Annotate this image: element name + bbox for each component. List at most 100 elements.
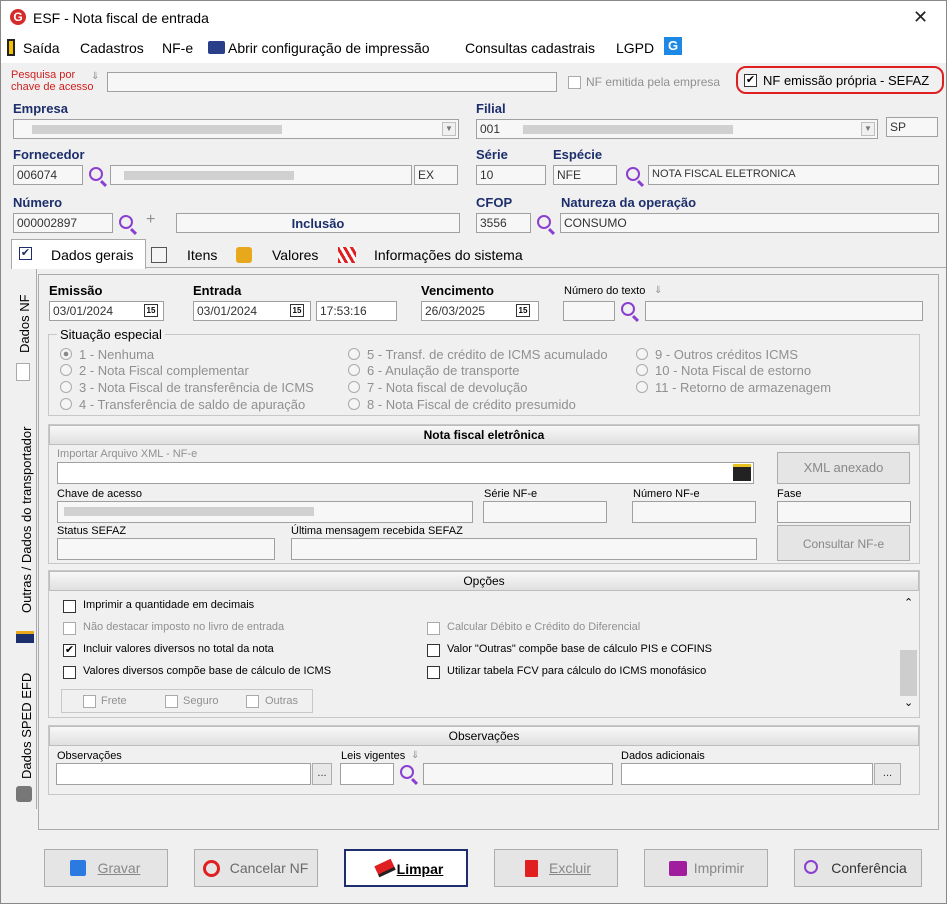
seguro-checkbox[interactable] <box>165 695 178 708</box>
opt-fcv-checkbox[interactable] <box>427 666 440 679</box>
situacao-radio-8[interactable] <box>348 398 360 410</box>
situacao-radio-2[interactable] <box>60 364 72 376</box>
search-label: Pesquisa por chave de acesso <box>11 69 94 93</box>
situacao-radio-1[interactable] <box>60 348 72 360</box>
serie-field[interactable]: 10 <box>476 165 546 185</box>
situacao-option-8: 8 - Nota Fiscal de crédito presumido <box>367 397 576 412</box>
serie-nfe-field <box>483 501 607 523</box>
tab-valores[interactable]: Valores <box>272 241 318 268</box>
import-xml-field[interactable] <box>57 462 754 484</box>
app-logo-icon: G <box>10 9 26 25</box>
tab-itens[interactable]: Itens <box>187 241 217 268</box>
search-input[interactable] <box>107 72 557 92</box>
fornecedor-label: Fornecedor <box>13 147 85 162</box>
chevron-down-icon[interactable]: ▼ <box>861 122 875 136</box>
scroll-up-icon[interactable]: ⌃ <box>904 596 913 609</box>
cfop-search-icon[interactable] <box>537 215 551 229</box>
nf-emitida-checkbox[interactable] <box>568 76 581 89</box>
numero-texto-field[interactable] <box>563 301 615 321</box>
chevron-down-icon[interactable]: ▼ <box>442 122 456 136</box>
empresa-select[interactable]: ▼ <box>13 119 459 139</box>
opcoes-scrollbar[interactable]: ⌃ ⌄ <box>899 592 918 716</box>
emissao-calendar-icon[interactable]: 15 <box>144 304 158 317</box>
frete-checkbox[interactable] <box>83 695 96 708</box>
gravar-button[interactable]: Gravar <box>44 849 168 887</box>
menu-consultas[interactable]: Consultas cadastrais <box>465 40 595 56</box>
imprimir-button[interactable]: Imprimir <box>644 849 768 887</box>
excluir-button[interactable]: Excluir <box>494 849 618 887</box>
nfe-header: Nota fiscal eletrônica <box>49 425 919 445</box>
opt-valores-icms-checkbox[interactable] <box>63 666 76 679</box>
numero-search-icon[interactable] <box>119 215 133 229</box>
leis-field[interactable] <box>340 763 394 785</box>
situacao-radio-4[interactable] <box>60 398 72 410</box>
fornecedor-code[interactable]: 006074 <box>13 165 83 185</box>
situacao-radio-3[interactable] <box>60 381 72 393</box>
numero-field[interactable]: 000002897 <box>13 213 113 233</box>
outras-checkbox[interactable] <box>246 695 259 708</box>
limpar-label: Limpar <box>396 861 444 877</box>
scroll-thumb[interactable] <box>900 650 917 696</box>
folder-icon[interactable] <box>733 464 751 481</box>
scroll-down-icon[interactable]: ⌄ <box>904 696 913 709</box>
opt-nao-destacar-checkbox[interactable] <box>63 622 76 635</box>
opt-difal-checkbox[interactable] <box>427 622 440 635</box>
vencimento-calendar-icon[interactable]: 15 <box>516 304 530 317</box>
cfop-field[interactable]: 3556 <box>476 213 531 233</box>
consultar-nfe-button[interactable]: Consultar NF-e <box>777 525 910 561</box>
opt-incluir-checkbox[interactable]: ✔ <box>63 644 76 657</box>
menu-nfe[interactable]: NF-e <box>162 40 193 56</box>
fornecedor-search-icon[interactable] <box>89 167 103 181</box>
situacao-radio-5[interactable] <box>348 348 360 360</box>
menu-config-impressao[interactable]: Abrir configuração de impressão <box>228 40 430 56</box>
limpar-button[interactable]: Limpar <box>344 849 468 887</box>
dados-ellipsis-button[interactable]: ... <box>874 763 901 785</box>
title-bar: G ESF - Nota fiscal de entrada ✕ <box>1 1 946 33</box>
emissao-label: Emissão <box>49 283 103 298</box>
tab-dados-gerais[interactable]: Dados gerais <box>51 241 134 268</box>
situacao-label: Situação especial <box>57 327 165 342</box>
entrada-calendar-icon[interactable]: 15 <box>290 304 304 317</box>
close-icon[interactable]: ✕ <box>913 7 928 28</box>
especie-code[interactable]: NFE <box>553 165 617 185</box>
situacao-radio-7[interactable] <box>348 381 360 393</box>
pencil-icon <box>151 247 167 263</box>
vtab-transportador[interactable]: Outras / Dados do transportador <box>19 427 34 613</box>
window-title: ESF - Nota fiscal de entrada <box>33 10 209 26</box>
situacao-radio-10[interactable] <box>636 364 648 376</box>
printer-icon <box>208 41 225 54</box>
import-xml-label: Importar Arquivo XML - NF-e <box>57 448 198 460</box>
obs-field[interactable] <box>56 763 311 785</box>
printer-icon <box>669 861 687 876</box>
plus-icon[interactable]: + <box>146 211 155 229</box>
vtab-dados-nf[interactable]: Dados NF <box>17 294 32 353</box>
leis-search-icon[interactable] <box>400 765 414 779</box>
menu-saida[interactable]: Saída <box>23 40 60 56</box>
obs-ellipsis-button[interactable]: ... <box>312 763 332 785</box>
menu-cadastros[interactable]: Cadastros <box>80 40 144 56</box>
menu-lgpd[interactable]: LGPD <box>616 40 654 56</box>
tab-informacoes[interactable]: Informações do sistema <box>374 241 523 268</box>
especie-search-icon[interactable] <box>626 167 640 181</box>
cancelar-nf-button[interactable]: Cancelar NF <box>194 849 318 887</box>
opt-decimais-checkbox[interactable] <box>63 600 76 613</box>
numero-texto-search-icon[interactable] <box>621 302 635 316</box>
xml-anexado-button[interactable]: XML anexado <box>777 452 910 484</box>
situacao-radio-9[interactable] <box>636 348 648 360</box>
hora-field[interactable]: 17:53:16 <box>316 301 397 321</box>
opt-outras-pis-checkbox[interactable] <box>427 644 440 657</box>
situacao-radio-6[interactable] <box>348 364 360 376</box>
situacao-radio-11[interactable] <box>636 381 648 393</box>
opt-difal-label: Calcular Débito e Crédito do Diferencial <box>447 621 641 633</box>
dados-adicionais-field[interactable] <box>621 763 873 785</box>
opt-outras-pis-label: Valor "Outras" compõe base de cálculo PI… <box>447 643 712 655</box>
chave-field <box>57 501 473 523</box>
vtab-sped[interactable]: Dados SPED EFD <box>19 673 34 779</box>
situacao-option-3: 3 - Nota Fiscal de transferência de ICMS <box>79 380 314 395</box>
nf-propria-checkbox[interactable]: ✔ <box>744 74 757 87</box>
conferencia-button[interactable]: Conferência <box>794 849 922 887</box>
filial-select[interactable]: 001 ▼ <box>476 119 878 139</box>
opt-incluir-label: Incluir valores diversos no total da not… <box>83 643 274 655</box>
imprimir-label: Imprimir <box>693 860 745 876</box>
lgpd-logo-icon[interactable]: G <box>664 37 682 55</box>
